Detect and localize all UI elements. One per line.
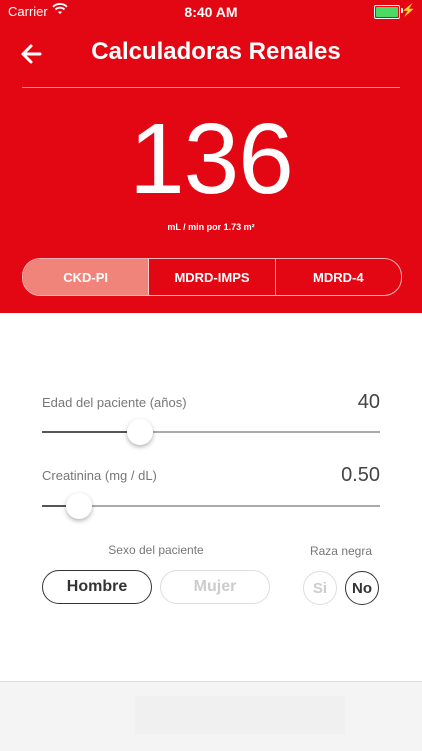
male-button[interactable]: Hombre — [42, 570, 152, 604]
clock: 8:40 AM — [184, 4, 238, 20]
age-label: Edad del paciente (años) — [42, 395, 187, 410]
race-yes-button[interactable]: Si — [303, 571, 337, 605]
sex-caption: Sexo del paciente — [108, 543, 204, 557]
race-no-button[interactable]: No — [345, 571, 379, 605]
charging-icon: ⚡ — [401, 3, 416, 17]
status-bar: Carrier 8:40 AM ⚡ — [0, 0, 422, 22]
battery-icon — [374, 5, 400, 19]
age-slider[interactable] — [42, 419, 380, 445]
formula-tabs: CKD-PI MDRD-IMPS MDRD-4 — [22, 258, 402, 296]
header: Carrier 8:40 AM ⚡ Calculadoras Renales 1… — [0, 0, 422, 313]
creatinine-slider[interactable] — [42, 493, 380, 519]
footer-bar — [0, 681, 422, 751]
race-caption: Raza negra — [309, 544, 373, 558]
result-value: 136 — [129, 103, 294, 215]
tab-mdrd-imps[interactable]: MDRD-IMPS — [149, 259, 276, 295]
age-slider-fill — [42, 431, 141, 433]
tab-ckd-pi[interactable]: CKD-PI — [23, 259, 150, 295]
creatinine-slider-thumb[interactable] — [66, 493, 93, 519]
result-unit: mL / min por 1.73 m² — [167, 222, 255, 232]
footer-placeholder — [135, 696, 345, 734]
tab-mdrd-4[interactable]: MDRD-4 — [276, 259, 401, 295]
female-button[interactable]: Mujer — [160, 570, 270, 604]
age-value: 40 — [357, 391, 380, 413]
creatinine-value: 0.50 — [341, 464, 380, 486]
header-divider — [22, 87, 400, 88]
age-slider-thumb[interactable] — [127, 419, 154, 445]
page-title: Calculadoras Renales — [91, 38, 341, 65]
creatinine-label: Creatinina (mg / dL) — [42, 468, 157, 483]
